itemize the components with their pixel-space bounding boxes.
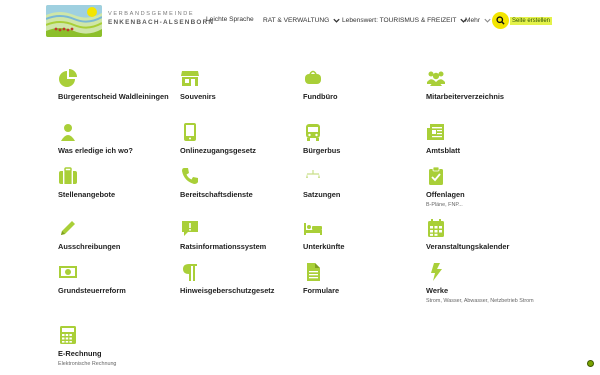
file-icon bbox=[307, 263, 320, 281]
tile-title: Formulare bbox=[303, 286, 340, 295]
tile-hinweisgeberschutzgesetz[interactable]: Hinweisgeberschutzgesetz bbox=[180, 262, 300, 296]
suitcase-icon bbox=[59, 167, 77, 184]
paragraph-icon bbox=[183, 264, 197, 281]
tile-title: Bereitschaftsdienste bbox=[180, 190, 253, 199]
tile-title: Stellenangebote bbox=[58, 190, 116, 199]
nav-label: Leichte Sprache bbox=[206, 16, 254, 23]
store-icon bbox=[181, 71, 199, 86]
tile-title: Veranstaltungskalender bbox=[426, 242, 510, 251]
tile-onlinezugangsgesetz[interactable]: Onlinezugangsgesetz bbox=[180, 122, 300, 156]
tile-title: Hinweisgeberschutzgesetz bbox=[180, 286, 275, 295]
nav-item-mehr[interactable]: Mehr bbox=[465, 16, 492, 25]
calendar-icon bbox=[428, 219, 444, 237]
money-icon bbox=[59, 266, 77, 278]
clipboard-check-icon bbox=[429, 166, 443, 185]
tile-title: Bürgerentscheid Waldleiningen bbox=[58, 92, 169, 101]
tile-formulare[interactable]: Formulare bbox=[303, 262, 423, 296]
scale-icon bbox=[306, 170, 320, 178]
tile-title: Amtsblatt bbox=[426, 146, 461, 155]
tile-buergerentscheid[interactable]: Bürgerentscheid Waldleiningen bbox=[58, 68, 178, 102]
tile-amtsblatt[interactable]: Amtsblatt bbox=[426, 122, 546, 156]
tile-ausschreibungen[interactable]: Ausschreibungen bbox=[58, 218, 178, 252]
tile-title: E-Rechnung bbox=[58, 349, 102, 358]
nav-item-rat-verwaltung[interactable]: RAT & VERWALTUNG bbox=[263, 16, 341, 25]
calculator-icon bbox=[60, 326, 76, 344]
tile-title: Onlinezugangsgesetz bbox=[180, 146, 256, 155]
create-page-link[interactable]: Seite erstellen bbox=[510, 17, 553, 25]
nav-item-tourismus-freizeit[interactable]: Lebenswert: TOURISMUS & FREIZEIT bbox=[342, 16, 468, 25]
tile-title: Souvenirs bbox=[180, 92, 216, 101]
users-icon bbox=[427, 71, 445, 86]
tile-title: Grundsteuerreform bbox=[58, 286, 126, 295]
tile-veranstaltungskalender[interactable]: Veranstaltungskalender bbox=[426, 218, 546, 252]
newspaper-icon bbox=[427, 124, 444, 140]
tile-title: Unterkünfte bbox=[303, 242, 345, 251]
tile-title: Ausschreibungen bbox=[58, 242, 121, 251]
nav-label: Lebenswert: TOURISMUS & FREIZEIT bbox=[342, 17, 457, 24]
bus-icon bbox=[306, 124, 320, 141]
tile-title: Offenlagen bbox=[426, 190, 465, 199]
brand-name[interactable]: VERBANDSGEMEINDE ENKENBACH-ALSENBORN bbox=[108, 11, 215, 27]
tile-title: Ratsinformationssystem bbox=[180, 242, 267, 251]
tile-title: Fundbüro bbox=[303, 92, 338, 101]
tile-subtitle: Elektronische Rechnung bbox=[58, 361, 117, 367]
pie-chart-icon bbox=[59, 69, 77, 87]
tile-title: Mitarbeiterverzeichnis bbox=[426, 92, 505, 101]
tablet-icon bbox=[184, 123, 196, 141]
tile-title: Werke bbox=[426, 286, 449, 295]
help-widget-button[interactable] bbox=[587, 360, 594, 367]
comment-icon bbox=[182, 221, 198, 236]
tile-mitarbeiterverzeichnis[interactable]: Mitarbeiterverzeichnis bbox=[426, 68, 546, 102]
tile-werke[interactable]: Werke Strom, Wasser, Abwasser, Netzbetri… bbox=[426, 262, 546, 305]
brand-line-1: VERBANDSGEMEINDE bbox=[108, 11, 195, 17]
tile-grundsteuerreform[interactable]: Grundsteuerreform bbox=[58, 262, 178, 296]
tile-buergerbus[interactable]: Bürgerbus bbox=[303, 122, 423, 156]
tile-fundbuero[interactable]: Fundbüro bbox=[303, 68, 423, 102]
tile-satzungen[interactable]: Satzungen bbox=[303, 166, 423, 200]
nav-label: Mehr bbox=[465, 17, 481, 24]
tile-ratsinformationssystem[interactable]: Ratsinformationssystem bbox=[180, 218, 300, 252]
tile-title: Was erledige ich wo? bbox=[58, 146, 133, 155]
tile-e-rechnung[interactable]: E-Rechnung Elektronische Rechnung bbox=[58, 325, 178, 368]
chevron-down-icon bbox=[333, 18, 340, 23]
purse-icon bbox=[305, 70, 321, 84]
tile-was-erledige-ich-wo[interactable]: Was erledige ich wo? bbox=[58, 122, 178, 156]
tile-offenlagen[interactable]: Offenlagen B-Pläne, FNP... bbox=[426, 166, 546, 209]
nav-label: RAT & VERWALTUNG bbox=[263, 17, 330, 24]
tile-souvenirs[interactable]: Souvenirs bbox=[180, 68, 300, 102]
brand-line-2: ENKENBACH-ALSENBORN bbox=[108, 19, 215, 26]
tile-subtitle: B-Pläne, FNP... bbox=[426, 202, 463, 208]
chevron-down-icon bbox=[484, 18, 491, 23]
site-header: VERBANDSGEMEINDE ENKENBACH-ALSENBORN Lei… bbox=[0, 0, 600, 44]
tile-unterkuenfte[interactable]: Unterkünfte bbox=[303, 218, 423, 252]
nav-item-leichte-sprache[interactable]: Leichte Sprache bbox=[206, 16, 254, 23]
bolt-icon bbox=[431, 263, 442, 281]
logo[interactable] bbox=[46, 5, 102, 37]
search-button[interactable] bbox=[492, 12, 509, 29]
tile-subtitle: Strom, Wasser, Abwasser, Netzbetrieb Str… bbox=[426, 298, 534, 304]
search-icon bbox=[496, 16, 505, 25]
tile-bereitschaftsdienste[interactable]: Bereitschaftsdienste bbox=[180, 166, 300, 200]
user-icon bbox=[61, 124, 75, 141]
bed-icon bbox=[304, 223, 322, 235]
tile-stellenangebote[interactable]: Stellenangebote bbox=[58, 166, 178, 200]
tile-title: Bürgerbus bbox=[303, 146, 341, 155]
phone-icon bbox=[182, 168, 198, 184]
pencil-icon bbox=[61, 221, 75, 235]
tile-title: Satzungen bbox=[303, 190, 341, 199]
logo-graphic bbox=[46, 5, 102, 37]
